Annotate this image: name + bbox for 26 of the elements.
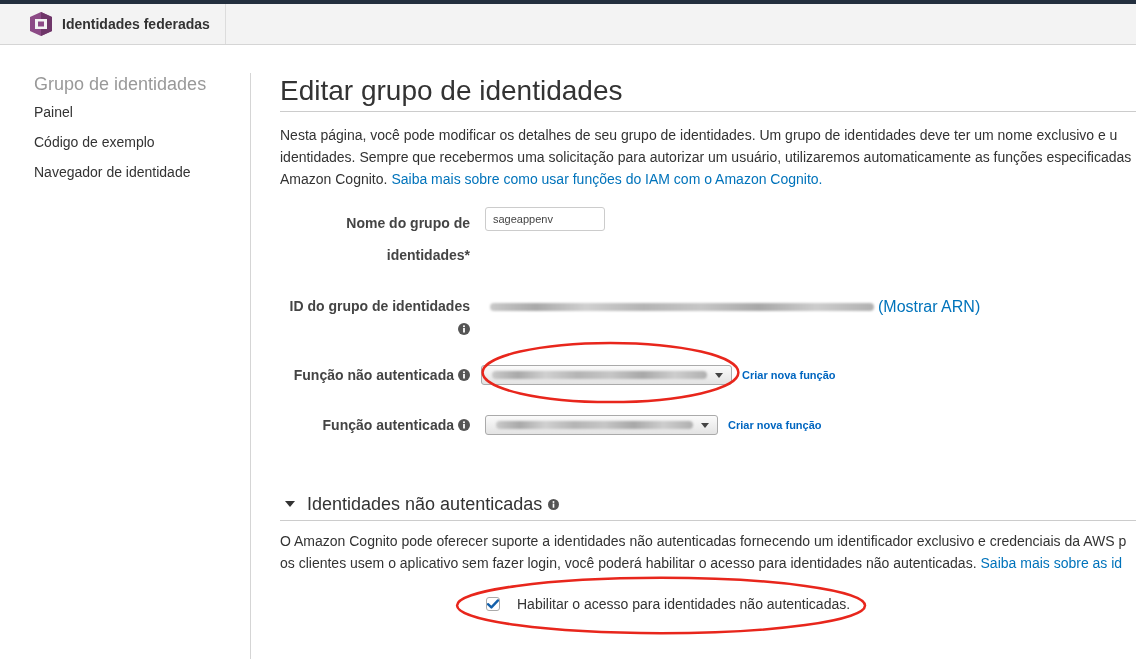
page-title: Editar grupo de identidades xyxy=(280,73,1136,112)
field-label: Função autenticada xyxy=(322,416,470,433)
sidebar-link[interactable]: Navegador de identidade xyxy=(34,163,191,181)
service-title: Identidades federadas xyxy=(62,16,210,32)
caret-icon xyxy=(701,422,709,428)
checkbox[interactable] xyxy=(486,597,500,611)
section-title: Identidades não autenticadas xyxy=(307,493,543,515)
help-link[interactable]: Saiba mais sobre as id xyxy=(980,555,1123,571)
checkmark-icon xyxy=(487,599,499,609)
show-arn-link[interactable]: (Mostrar ARN) xyxy=(878,297,981,316)
caret-icon[interactable] xyxy=(285,501,295,507)
sidebar-link[interactable]: Código de exemplo xyxy=(34,133,155,151)
sidebar-heading: Grupo de identidades xyxy=(34,73,207,95)
text-input[interactable]: sageappenv xyxy=(485,207,605,231)
field-label: Nome do grupo de identidades* xyxy=(346,215,470,263)
create-role-link[interactable]: Criar nova função xyxy=(742,369,836,381)
help-link[interactable]: Saiba mais sobre como usar funções do IAM com o Amazon Cognito. xyxy=(391,171,823,187)
sidebar-link[interactable]: Painel xyxy=(34,103,73,121)
role-dropdown[interactable] xyxy=(481,365,732,385)
field-label: Função não autenticada xyxy=(293,366,470,383)
section-description: O Amazon Cognito pode oferecer suporte a identidades não autenticadas fornecendo um identificador exclusivo e credenciais da AWS p os clientes usem o aplicativo sem fazer login, você poderá habilitar o acesso para identidades não autenticadas. Saiba mais sobre as id xyxy=(280,532,1128,573)
intro-paragraph: Nesta página, você pode modificar os detalhes de seu grupo de identidades. Um grupo de identidades deve ter um nome exclusivo e u identidades. Sempre que recebermos uma solicitação para autorizar um usuário, utilizaremos automaticamente as funções especificadas Amazon Cognito. Saiba mais sobre como usar funções do IAM com o Amazon Cognito. xyxy=(280,126,1133,189)
field-label: ID do grupo de identidades xyxy=(289,298,470,337)
create-role-link[interactable]: Criar nova função xyxy=(728,419,822,431)
caret-icon xyxy=(715,372,723,378)
logo-icon xyxy=(30,12,52,36)
